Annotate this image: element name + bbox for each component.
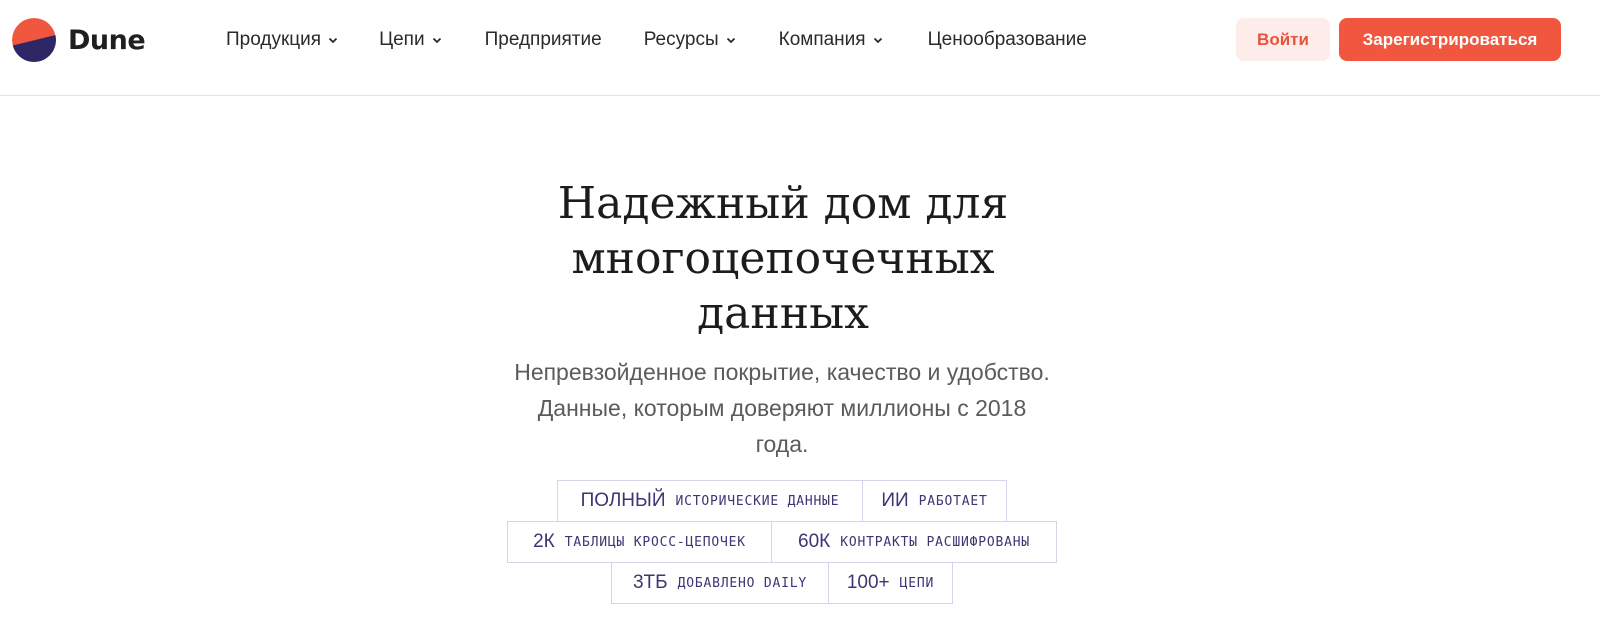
chevron-down-icon	[328, 37, 338, 44]
main-nav: Продукция Цепи Предприятие Ресурсы Компа…	[226, 24, 1087, 56]
nav-item-chains[interactable]: Цепи	[379, 29, 443, 51]
hero-subtitle-line: Данные, которым доверяют миллионы с 2018	[537, 395, 1027, 421]
nav-item-pricing[interactable]: Ценообразование	[928, 29, 1087, 51]
stat-label: контракты расшифрованы	[840, 534, 1030, 550]
hero-title-line: Надежный дом для	[557, 178, 1009, 229]
hero-subtitle: Непревзойденное покрытие, качество и удо…	[482, 354, 1082, 462]
stats-row: 3ТБ добавлено daily 100+ цепи	[611, 562, 953, 604]
hero-title-line: данных	[697, 288, 869, 339]
stat-ai-powered: ИИ работает	[862, 480, 1007, 522]
nav-item-enterprise[interactable]: Предприятие	[485, 29, 602, 51]
nav-item-products[interactable]: Продукция	[226, 29, 339, 51]
stat-value: 3ТБ	[632, 572, 668, 593]
nav-item-label: Продукция	[226, 29, 322, 50]
stat-label: добавлено daily	[677, 575, 808, 591]
stat-daily-data: 3ТБ добавлено daily	[611, 562, 829, 604]
stats-row: 2К таблицы кросс-цепочек 60К контракты р…	[507, 521, 1057, 563]
chevron-down-icon	[726, 37, 735, 44]
chevron-down-icon	[432, 37, 441, 44]
stat-value: 60К	[798, 531, 831, 552]
nav-item-label: Предприятие	[484, 29, 602, 50]
stat-label: таблицы кросс-цепочек	[564, 534, 746, 550]
hero-subtitle-line: Непревзойденное покрытие, качество и удо…	[514, 359, 1050, 385]
stats-row: ПОЛНЫЙ исторические данные ИИ работает	[557, 480, 1007, 522]
stat-value: ИИ	[881, 490, 909, 511]
top-navbar: Dune Продукция Цепи Предприятие Ресурсы …	[0, 0, 1600, 96]
stat-value: 2К	[533, 531, 555, 552]
hero-title: Надежный дом для многоцепочечных данных	[500, 176, 1066, 341]
stat-label: работает	[918, 493, 988, 509]
stat-value: ПОЛНЫЙ	[580, 490, 666, 511]
stat-label: исторические данные	[675, 493, 840, 509]
nav-item-label: Ресурсы	[643, 29, 719, 50]
nav-item-label: Ценообразование	[927, 29, 1087, 50]
stat-label: цепи	[899, 575, 935, 591]
dune-logo-icon	[12, 18, 56, 62]
stat-decoded-contracts: 60К контракты расшифрованы	[771, 521, 1057, 563]
stat-value: 100+	[846, 572, 890, 593]
stat-chains-count: 100+ цепи	[828, 562, 953, 604]
nav-item-label: Компания	[778, 29, 866, 50]
dune-logo-link[interactable]: Dune	[12, 18, 146, 62]
nav-item-resources[interactable]: Ресурсы	[644, 29, 737, 51]
hero-title-line: многоцепочечных	[571, 233, 995, 284]
login-button[interactable]: Войти	[1236, 18, 1330, 61]
stat-full-history: ПОЛНЫЙ исторические данные	[557, 480, 863, 522]
nav-item-company[interactable]: Компания	[779, 29, 884, 51]
nav-item-label: Цепи	[379, 29, 425, 50]
stat-crosschain-tables: 2К таблицы кросс-цепочек	[507, 521, 772, 563]
chevron-down-icon	[873, 37, 882, 44]
hero-subtitle-line: года.	[755, 431, 809, 457]
brand-name: Dune	[68, 24, 146, 56]
register-button[interactable]: Зарегистрироваться	[1339, 18, 1561, 61]
